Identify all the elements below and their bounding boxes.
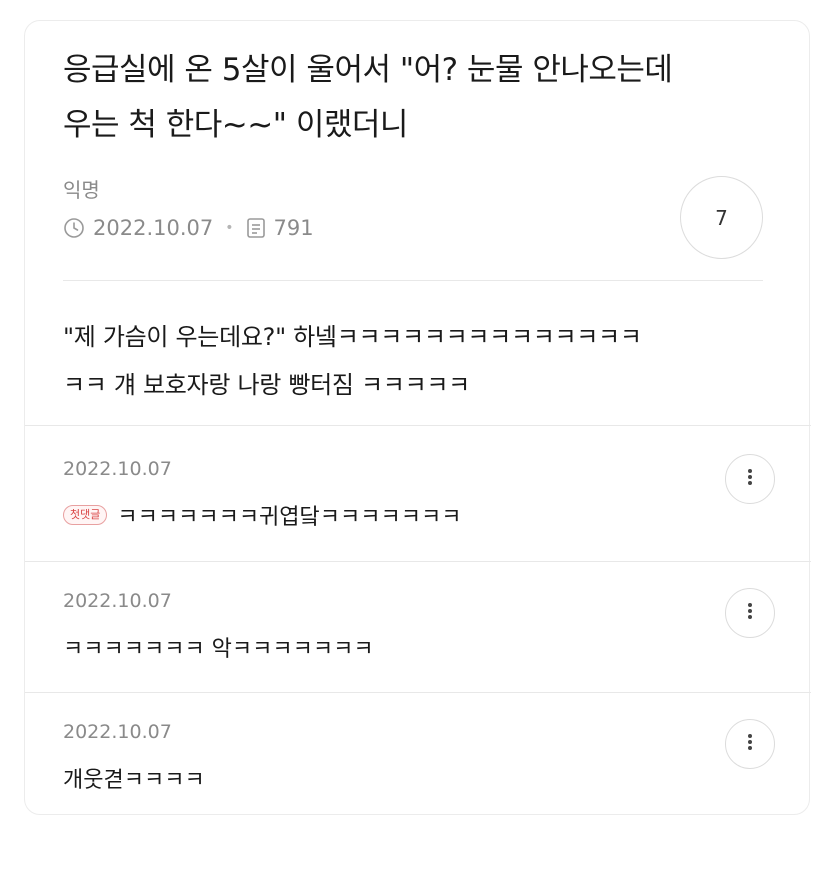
more-vertical-icon	[747, 602, 753, 624]
post-meta: 2022.10.07 • 791	[63, 213, 314, 243]
comment-date: 2022.10.07	[63, 721, 172, 743]
comment-text-row: 개웃겯ㅋㅋㅋㅋ	[63, 763, 205, 793]
comment-text-row: 첫댓글 ㅋㅋㅋㅋㅋㅋㅋ귀엽닼ㅋㅋㅋㅋㅋㅋㅋ	[63, 500, 461, 530]
post-body: "제 가슴이 우는데요?" 하넼ㅋㅋㅋㅋㅋㅋㅋㅋㅋㅋㅋㅋㅋㅋ ㅋㅋ 걔 보호자랑…	[63, 313, 783, 409]
comment-text: ㅋㅋㅋㅋㅋㅋㅋ 악ㅋㅋㅋㅋㅋㅋㅋ	[63, 637, 374, 662]
post-date: 2022.10.07	[93, 216, 214, 240]
post-title-line1: 응급실에 온 5살이 울어서 "어? 눈물 안나오는데	[63, 52, 673, 88]
comment-date: 2022.10.07	[63, 590, 172, 612]
comment-count: 7	[715, 205, 728, 230]
post-title-line2: 우는 척 한다~~" 이랬더니	[63, 107, 408, 143]
comment-more-button[interactable]	[725, 588, 775, 638]
first-comment-badge: 첫댓글	[63, 505, 108, 525]
comment-more-button[interactable]	[725, 719, 775, 769]
post-title: 응급실에 온 5살이 울어서 "어? 눈물 안나오는데 우는 척 한다~~" 이…	[63, 43, 783, 153]
post-body-line2: ㅋㅋ 걔 보호자랑 나랑 빵터짐 ㅋㅋㅋㅋㅋ	[63, 371, 470, 399]
comment-date: 2022.10.07	[63, 458, 172, 480]
header-divider	[63, 280, 763, 281]
more-vertical-icon	[747, 468, 753, 490]
comment-item: 2022.10.07 개웃겯ㅋㅋㅋㅋ	[25, 693, 811, 815]
clock-icon	[63, 217, 85, 239]
more-vertical-icon	[747, 733, 753, 755]
comment-more-button[interactable]	[725, 454, 775, 504]
meta-separator: •	[225, 220, 234, 236]
post-body-line1: "제 가슴이 우는데요?" 하넼ㅋㅋㅋㅋㅋㅋㅋㅋㅋㅋㅋㅋㅋㅋ	[63, 323, 642, 351]
comment-item: 2022.10.07 ㅋㅋㅋㅋㅋㅋㅋ 악ㅋㅋㅋㅋㅋㅋㅋ	[25, 562, 811, 692]
author-name: 익명	[63, 178, 100, 202]
comment-item: 2022.10.07 첫댓글 ㅋㅋㅋㅋㅋㅋㅋ귀엽닼ㅋㅋㅋㅋㅋㅋㅋ	[25, 426, 811, 561]
comment-text: ㅋㅋㅋㅋㅋㅋㅋ귀엽닼ㅋㅋㅋㅋㅋㅋㅋ	[117, 505, 462, 530]
comment-text-row: ㅋㅋㅋㅋㅋㅋㅋ 악ㅋㅋㅋㅋㅋㅋㅋ	[63, 632, 374, 662]
document-icon	[246, 217, 266, 239]
post-card: 응급실에 온 5살이 울어서 "어? 눈물 안나오는데 우는 척 한다~~" 이…	[24, 20, 811, 815]
comment-text: 개웃겯ㅋㅋㅋㅋ	[63, 768, 205, 793]
comment-count-button[interactable]: 7	[680, 176, 763, 259]
view-count: 791	[273, 216, 314, 240]
